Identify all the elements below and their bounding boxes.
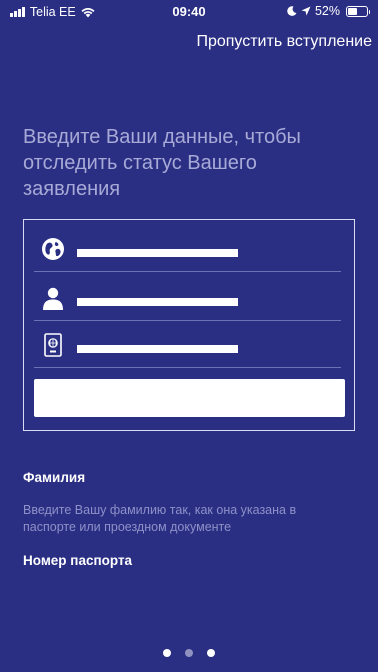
form-row-passport	[34, 320, 341, 368]
surname-description: Введите Вашу фамилию так, как она указан…	[23, 503, 297, 534]
form-row-name	[34, 273, 341, 321]
passport-placeholder-bar	[77, 345, 238, 353]
country-placeholder-bar	[77, 249, 238, 257]
battery-icon	[346, 5, 370, 17]
page-dot-2[interactable]	[185, 649, 193, 657]
page-indicator	[0, 649, 378, 657]
submit-placeholder-box	[34, 379, 345, 417]
person-icon	[43, 287, 63, 310]
page-headline: Введите Ваши данные, чтобы отследить ста…	[23, 126, 301, 200]
form-row-country	[34, 224, 341, 272]
form-illustration	[23, 219, 355, 431]
surname-label: Фамилия	[23, 470, 86, 485]
page-dot-1[interactable]	[163, 649, 171, 657]
status-right: 52%	[287, 4, 370, 18]
battery-fill	[348, 7, 358, 15]
passport-icon	[44, 333, 62, 357]
page-dot-3[interactable]	[207, 649, 215, 657]
skip-intro-button[interactable]: Пропустить вступление	[196, 33, 372, 51]
battery-percent: 52%	[314, 4, 340, 18]
name-placeholder-bar	[77, 298, 238, 306]
passport-number-label: Номер паспорта	[23, 553, 133, 568]
status-bar: Telia EE 09:40 52%	[0, 0, 378, 24]
location-arrow-icon	[301, 6, 311, 16]
moon-icon	[287, 6, 297, 16]
globe-icon	[42, 238, 64, 260]
